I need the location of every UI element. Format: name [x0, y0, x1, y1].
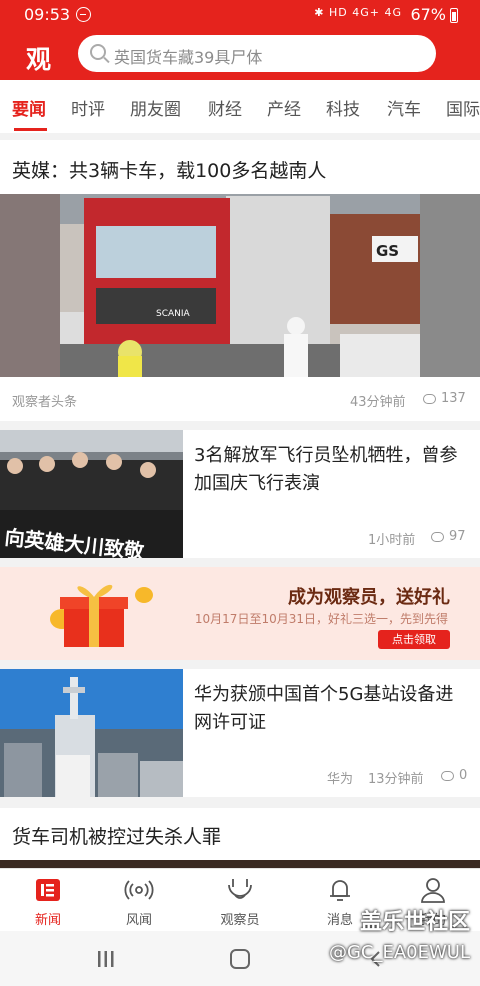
watermark: 盖乐世社区 [359, 910, 470, 935]
article-time: 1小时前 [368, 533, 416, 548]
search-placeholder: 英国货车藏39具尸体 [114, 48, 263, 67]
nav-fengwen[interactable]: 风闻 [91, 869, 187, 932]
home-icon[interactable] [229, 949, 251, 969]
article-title: 货车司机被控过失杀人罪 [12, 826, 222, 848]
comment-count[interactable]: 0 [441, 768, 467, 783]
article-image-edge [0, 860, 480, 868]
comment-count-value: 97 [449, 529, 466, 544]
comment-count[interactable]: 137 [423, 391, 466, 406]
comment-count[interactable]: 97 [431, 529, 466, 544]
base-station-photo [0, 669, 183, 797]
broadcast-icon [124, 880, 154, 900]
category-tabs: 要闻 时评 朋友圈 财经 产经 科技 汽车 国际 [0, 80, 480, 133]
truck-brand-text: SCANIA [156, 309, 191, 319]
observer-icon [228, 879, 252, 899]
status-icons: ✱ HD 4G+ 4G [314, 6, 402, 19]
tab-friends[interactable]: 朋友圈 [130, 95, 181, 120]
user-icon [421, 878, 445, 903]
search-input[interactable]: 英国货车藏39具尸体 [78, 35, 436, 72]
status-bar: 09:53 ✱ HD 4G+ 4G 67% [0, 0, 480, 30]
nav-label: 观察员 [220, 913, 260, 928]
search-icon [90, 44, 106, 60]
bell-icon [330, 880, 350, 901]
comment-count-value: 0 [459, 768, 468, 783]
article-card-1[interactable]: 英媒：共3辆卡车，载100多名越南人 SCANIA GS 观察者头条 43分钟前… [0, 140, 480, 421]
article-source: 华为 [327, 772, 354, 787]
comment-icon [431, 531, 444, 542]
nav-news[interactable]: 新闻 [0, 869, 96, 932]
nav-label: 新闻 [34, 913, 61, 928]
battery-percent: 67% [410, 5, 446, 24]
promo-banner[interactable]: 成为观察员，送好礼 10月17日至10月31日，好礼三选一，先到先得 点击领取 [0, 567, 480, 660]
app-root: 09:53 ✱ HD 4G+ 4G 67% 观 英国货车藏39具尸体 要闻 时评… [0, 0, 480, 986]
app-logo[interactable]: 观 [26, 40, 51, 76]
claim-button[interactable]: 点击领取 [378, 630, 450, 649]
tab-industry[interactable]: 产经 [267, 95, 301, 120]
status-time: 09:53 [24, 5, 71, 24]
comment-icon [441, 770, 454, 781]
article-card-3[interactable]: 华为获颁中国首个5G基站设备进网许可证 华为 13分钟前 0 [0, 669, 480, 797]
building-sign-text: GS [376, 242, 399, 260]
tab-international[interactable]: 国际 [446, 95, 480, 120]
article-source: 观察者头条 [12, 395, 78, 410]
tab-commentary[interactable]: 时评 [71, 95, 105, 120]
comment-icon [423, 393, 436, 404]
nav-label: 风闻 [125, 913, 152, 928]
comment-count-value: 137 [441, 391, 466, 406]
top-header: 09:53 ✱ HD 4G+ 4G 67% 观 英国货车藏39具尸体 [0, 0, 480, 80]
memorial-photo: 向英雄大川致敬 [0, 430, 183, 558]
article-title: 华为获颁中国首个5G基站设备进网许可证 [194, 684, 454, 733]
article-title: 3名解放军飞行员坠机牺牲，曾参加国庆飞行表演 [194, 445, 458, 494]
tab-headlines[interactable]: 要闻 [12, 95, 46, 120]
article-hero-image: SCANIA GS [0, 194, 480, 377]
promo-subtitle: 10月17日至10月31日，好礼三选一，先到先得 [194, 612, 448, 626]
nav-observer[interactable]: 观察员 [192, 869, 288, 932]
article-card-2[interactable]: 向英雄大川致敬 3名解放军飞行员坠机牺牲，曾参加国庆飞行表演 1小时前 97 [0, 430, 480, 558]
battery-icon [450, 8, 458, 23]
article-thumbnail: 向英雄大川致敬 [0, 430, 183, 558]
article-title: 英媒：共3辆卡车，载100多名越南人 [12, 160, 327, 182]
truck-photo: SCANIA GS [0, 194, 480, 377]
article-card-4[interactable]: 货车司机被控过失杀人罪 [0, 808, 480, 868]
recent-apps-icon[interactable] [96, 950, 116, 968]
tab-auto[interactable]: 汽车 [387, 95, 421, 120]
promo-title: 成为观察员，送好礼 [288, 587, 450, 608]
news-icon [36, 879, 60, 901]
active-tab-indicator [14, 128, 47, 131]
tab-finance[interactable]: 财经 [208, 95, 242, 120]
article-time: 13分钟前 [368, 772, 424, 787]
tab-tech[interactable]: 科技 [326, 95, 360, 120]
do-not-disturb-icon [76, 7, 91, 22]
gift-box-icon [50, 584, 153, 647]
article-time: 43分钟前 [350, 395, 406, 410]
article-thumbnail [0, 669, 183, 797]
watermark-handle: @GC_EA0EWUL [328, 942, 470, 963]
